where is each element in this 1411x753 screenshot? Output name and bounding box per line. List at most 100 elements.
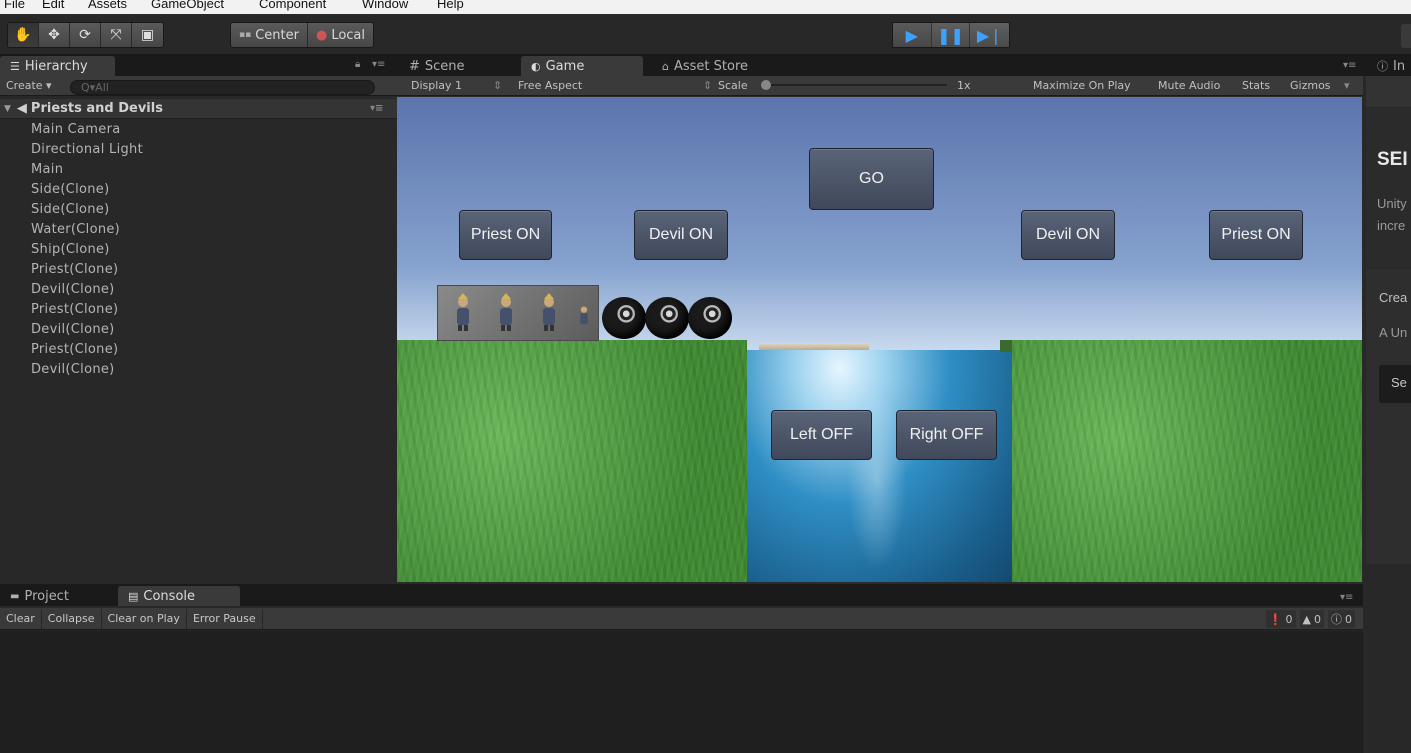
menu-gameobject[interactable]: GameObject: [151, 0, 224, 11]
hierarchy-item[interactable]: Priest(Clone): [0, 299, 397, 319]
services-text-line1: Unity: [1377, 196, 1407, 211]
services-heading: SEI: [1377, 149, 1408, 170]
devil-ball[interactable]: [645, 297, 689, 339]
right-devil-on-button[interactable]: Devil ON: [1021, 210, 1115, 260]
aspect-arrows-icon: ⇕: [703, 79, 713, 92]
right-priest-on-button[interactable]: Priest ON: [1209, 210, 1303, 260]
hierarchy-item[interactable]: Directional Light: [0, 139, 397, 159]
list-icon: ☰: [10, 59, 20, 73]
pivot-toggles: ▪▪ Center ● Local: [230, 22, 375, 48]
account-button[interactable]: [1401, 24, 1411, 48]
priest-figure[interactable]: [452, 293, 474, 331]
hierarchy-item[interactable]: Side(Clone): [0, 179, 397, 199]
game-tab-label: Game: [545, 58, 585, 74]
unity-scene-icon: ◀: [16, 101, 27, 116]
go-button[interactable]: GO: [809, 148, 934, 210]
console-log-area[interactable]: [0, 631, 1363, 753]
error-count-toggle[interactable]: ❗ 0: [1265, 610, 1296, 628]
hand-tool-icon[interactable]: ✋: [8, 23, 39, 47]
console-clear-button[interactable]: Clear: [0, 608, 42, 629]
tab-hierarchy[interactable]: ☰ Hierarchy: [0, 56, 115, 76]
pivot-local-button[interactable]: ● Local: [307, 23, 374, 47]
scene-name: Priests and Devils: [30, 101, 163, 116]
console-clear-on-play-button[interactable]: Clear on Play: [102, 608, 187, 629]
priest-figure[interactable]: [577, 297, 591, 335]
scene-row[interactable]: ▼ ◀ Priests and Devils ▾≡: [0, 99, 397, 119]
console-panel: ▬ Project ▤ Console ▾≡ Clear Collapse Cl…: [0, 584, 1363, 753]
services-setup-button[interactable]: Se: [1379, 365, 1411, 403]
bank-corner: [1000, 340, 1012, 352]
menu-assets[interactable]: Assets: [88, 0, 127, 11]
hierarchy-item[interactable]: Water(Clone): [0, 219, 397, 239]
lock-icon[interactable]: 🔒︎: [355, 59, 360, 70]
step-icon[interactable]: ▶❘: [970, 23, 1009, 47]
hierarchy-item[interactable]: Priest(Clone): [0, 259, 397, 279]
priest-figure[interactable]: [538, 293, 560, 331]
menu-file[interactable]: File: [4, 0, 25, 11]
menu-window[interactable]: Window: [362, 0, 408, 11]
log-count-toggle[interactable]: ⓘ 0: [1328, 610, 1355, 628]
hierarchy-item[interactable]: Main: [0, 159, 397, 179]
console-collapse-button[interactable]: Collapse: [42, 608, 102, 629]
console-menu-icon[interactable]: ▾≡: [1340, 592, 1353, 603]
display-label: Display 1: [411, 79, 463, 92]
panel-menu-icon[interactable]: ▾≡: [372, 59, 385, 70]
pause-icon[interactable]: ❚❚: [931, 23, 971, 47]
tab-console[interactable]: ▤ Console: [118, 586, 240, 606]
hierarchy-item[interactable]: Side(Clone): [0, 199, 397, 219]
create-dropdown[interactable]: Create ▾: [0, 79, 52, 92]
expand-arrow-icon[interactable]: ▼: [4, 104, 11, 114]
scale-value: 1x: [957, 79, 971, 92]
tab-inspector[interactable]: ⓘ In: [1367, 56, 1411, 76]
move-tool-icon[interactable]: ✥: [39, 23, 70, 47]
tab-game[interactable]: ◐ Game: [521, 56, 643, 76]
services-card: SEI Unity incre: [1366, 108, 1411, 268]
console-tab-label: Console: [143, 588, 196, 604]
stats-toggle[interactable]: Stats: [1242, 79, 1270, 92]
game-panel-menu-icon[interactable]: ▾≡: [1343, 60, 1356, 71]
left-off-button[interactable]: Left OFF: [771, 410, 872, 460]
hierarchy-item[interactable]: Main Camera: [0, 119, 397, 139]
right-off-button[interactable]: Right OFF: [896, 410, 997, 460]
console-error-pause-button[interactable]: Error Pause: [187, 608, 263, 629]
game-viewport[interactable]: GO Priest ON Devil ON Devil ON Priest ON…: [397, 97, 1362, 582]
game-tabbar: # Scene ◐ Game ⌂ Asset Store ▾≡: [397, 54, 1363, 76]
log-count: 0: [1345, 612, 1352, 626]
gizmos-dropdown-icon[interactable]: ▾: [1344, 79, 1350, 92]
menu-help[interactable]: Help: [437, 0, 464, 11]
maximize-on-play-toggle[interactable]: Maximize On Play: [1033, 79, 1131, 92]
tab-asset-store[interactable]: ⌂ Asset Store: [652, 56, 802, 76]
display-dropdown[interactable]: Display 1: [411, 79, 462, 92]
hierarchy-item[interactable]: Priest(Clone): [0, 339, 397, 359]
left-priest-on-button[interactable]: Priest ON: [459, 210, 552, 260]
hierarchy-item[interactable]: Devil(Clone): [0, 359, 397, 379]
priest-figure[interactable]: [495, 293, 517, 331]
menu-component[interactable]: Component: [259, 0, 326, 11]
mute-audio-toggle[interactable]: Mute Audio: [1158, 79, 1220, 92]
scale-tool-icon[interactable]: ⤧: [101, 23, 132, 47]
scale-slider[interactable]: [761, 80, 947, 90]
tab-scene[interactable]: # Scene: [399, 56, 509, 76]
devil-ball[interactable]: [688, 297, 732, 339]
hierarchy-subbar: Create ▾ Q▾All: [0, 76, 397, 96]
hierarchy-tab-label: Hierarchy: [24, 58, 88, 74]
inspector-header: [1366, 76, 1411, 107]
rect-tool-icon[interactable]: ▣: [132, 23, 163, 47]
play-icon[interactable]: ▶: [893, 23, 932, 47]
scene-menu-icon[interactable]: ▾≡: [370, 103, 383, 114]
hierarchy-item[interactable]: Devil(Clone): [0, 319, 397, 339]
hierarchy-search-input[interactable]: Q▾All: [70, 80, 375, 95]
console-toolbar: Clear Collapse Clear on Play Error Pause…: [0, 608, 1363, 630]
menu-edit[interactable]: Edit: [42, 0, 64, 11]
hierarchy-item[interactable]: Devil(Clone): [0, 279, 397, 299]
gizmos-toggle[interactable]: Gizmos: [1290, 79, 1331, 92]
tab-project[interactable]: ▬ Project: [0, 586, 110, 606]
hierarchy-item[interactable]: Ship(Clone): [0, 239, 397, 259]
pivot-center-button[interactable]: ▪▪ Center: [231, 23, 308, 47]
warning-count-toggle[interactable]: ▲ 0: [1299, 610, 1324, 628]
rotate-tool-icon[interactable]: ⟳: [70, 23, 101, 47]
devil-ball[interactable]: [602, 297, 646, 339]
scale-slider-handle[interactable]: [761, 80, 771, 90]
aspect-dropdown[interactable]: Free Aspect: [518, 79, 582, 92]
left-devil-on-button[interactable]: Devil ON: [634, 210, 728, 260]
